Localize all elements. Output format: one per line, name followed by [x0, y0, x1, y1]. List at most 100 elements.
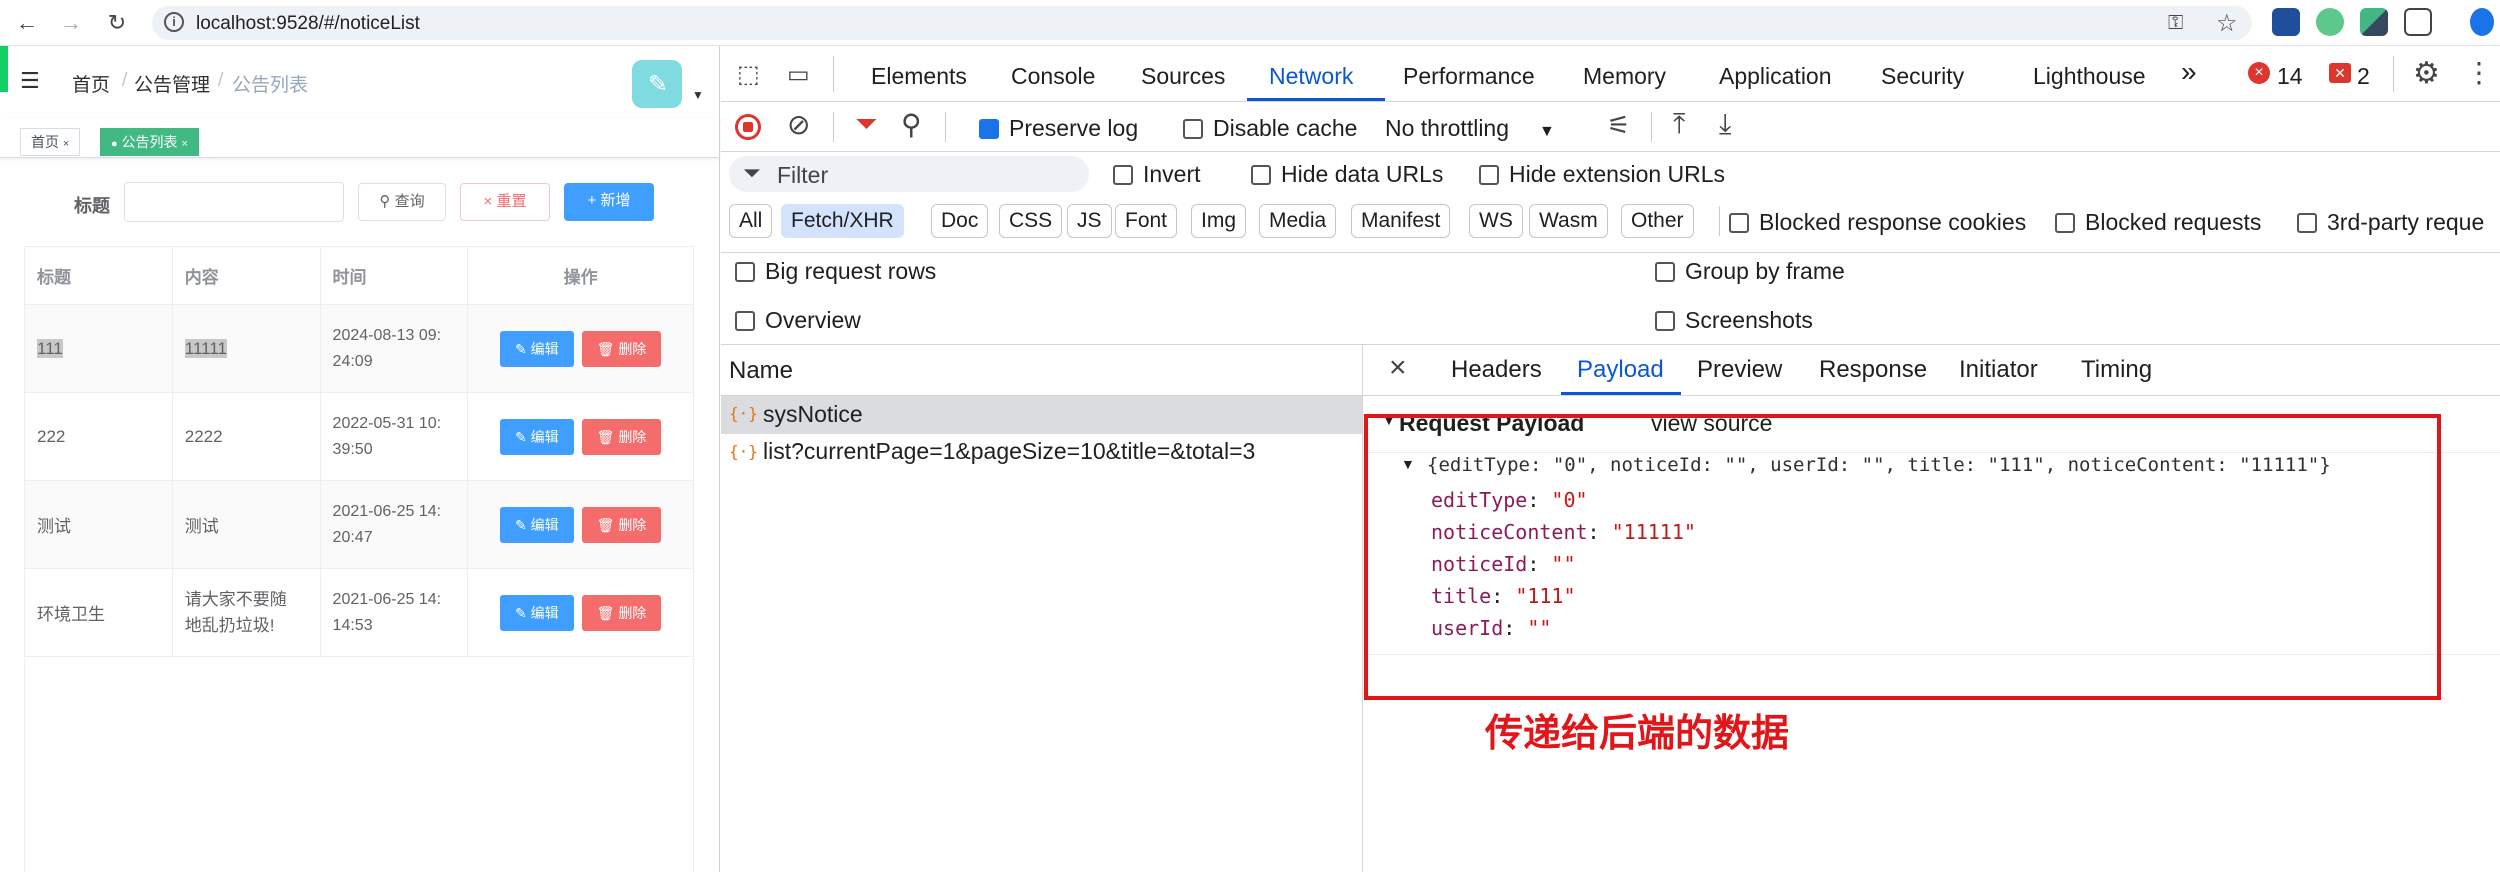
import-har-icon[interactable]: ⤒ — [1673, 108, 1685, 141]
profile-avatar-icon[interactable] — [2470, 8, 2494, 36]
tab-timing[interactable]: Timing — [2081, 356, 2152, 384]
filter-funnel-icon[interactable]: ⏷ — [855, 108, 877, 141]
add-button[interactable]: + 新增 — [564, 183, 654, 221]
edit-button[interactable]: ✎ 编辑 — [500, 330, 574, 367]
type-filter-wasm[interactable]: Wasm — [1529, 204, 1608, 238]
tab-lighthouse[interactable]: Lighthouse — [2033, 63, 2146, 90]
clear-icon[interactable]: ⊘ — [787, 108, 810, 141]
checkbox[interactable] — [1729, 213, 1749, 233]
vue-devtools-icon[interactable] — [2360, 8, 2388, 36]
overview-checkbox[interactable]: Overview — [735, 307, 861, 334]
screenshots-checkbox[interactable]: Screenshots — [1655, 307, 1813, 334]
preserve-log-checkbox[interactable]: Preserve log — [979, 115, 1138, 142]
breadcrumb-notice-manage[interactable]: 公告管理 — [134, 70, 210, 97]
group-by-frame-checkbox[interactable]: Group by frame — [1655, 258, 1845, 285]
tab-console[interactable]: Console — [1011, 63, 1095, 90]
search-title-input[interactable] — [124, 182, 344, 222]
edit-button[interactable]: ✎ 编辑 — [500, 418, 574, 455]
tab-payload[interactable]: Payload — [1577, 356, 1664, 384]
forward-icon[interactable]: → — [56, 8, 86, 38]
tag-home[interactable]: 首页 × — [20, 128, 81, 156]
checkbox[interactable] — [1655, 311, 1675, 331]
third-party-checkbox[interactable]: 3rd-party reque — [2297, 209, 2484, 236]
record-stop-icon[interactable] — [735, 114, 761, 140]
hamburger-icon[interactable]: ☰ — [20, 68, 40, 94]
device-toolbar-icon[interactable]: ▭ — [787, 60, 810, 89]
caret-down-icon[interactable]: ▼ — [692, 88, 704, 102]
filter-input[interactable]: ⏷ Filter — [729, 156, 1089, 192]
checkbox[interactable] — [1251, 165, 1271, 185]
checkbox[interactable] — [2055, 213, 2075, 233]
type-filter-ws[interactable]: WS — [1469, 204, 1523, 238]
settings-gear-icon[interactable]: ⚙ — [2413, 56, 2440, 91]
delete-button[interactable]: 🗑 删除 — [581, 506, 662, 543]
export-har-icon[interactable]: ⤓ — [1719, 108, 1731, 141]
network-conditions-icon[interactable]: ⚟ — [1607, 110, 1630, 141]
throttling-select[interactable]: No throttling ▼ — [1385, 115, 1555, 142]
extensions-puzzle-icon[interactable] — [2404, 8, 2432, 36]
delete-button[interactable]: 🗑 删除 — [581, 330, 662, 367]
invert-checkbox[interactable]: Invert — [1113, 161, 1201, 188]
tag-notice-list[interactable]: ● 公告列表 × — [100, 128, 199, 156]
checkbox[interactable] — [1183, 119, 1203, 139]
request-row[interactable]: {·} list?currentPage=1&pageSize=10&title… — [721, 434, 1362, 472]
inspect-element-icon[interactable]: ⬚ — [737, 60, 760, 89]
type-filter-media[interactable]: Media — [1259, 204, 1337, 238]
tab-application[interactable]: Application — [1719, 63, 1832, 90]
search-icon[interactable]: ⚲ — [901, 108, 922, 141]
checkbox[interactable] — [735, 262, 755, 282]
address-bar[interactable]: i localhost:9528/#/noticeList ⚿ ☆ — [152, 6, 2252, 40]
site-info-icon[interactable]: i — [164, 12, 184, 32]
password-key-icon[interactable]: ⚿ — [2168, 12, 2183, 35]
more-tabs-icon[interactable]: » — [2181, 56, 2197, 88]
checkbox[interactable] — [2297, 213, 2317, 233]
tab-performance[interactable]: Performance — [1403, 63, 1535, 90]
extension-green-icon[interactable] — [2316, 8, 2344, 36]
name-column-header[interactable]: Name — [729, 357, 793, 385]
tab-response[interactable]: Response — [1819, 356, 1927, 384]
back-icon[interactable]: ← — [12, 8, 42, 38]
tab-elements[interactable]: Elements — [871, 63, 967, 90]
query-button[interactable]: ⚲ 查询 — [358, 183, 446, 221]
checkbox-checked[interactable] — [979, 119, 999, 139]
tab-initiator[interactable]: Initiator — [1959, 356, 2038, 384]
reset-button[interactable]: × 重置 — [460, 183, 550, 221]
issue-count[interactable]: 2 — [2357, 63, 2370, 90]
type-filter-font[interactable]: Font — [1115, 204, 1178, 238]
type-filter-img[interactable]: Img — [1191, 204, 1247, 238]
tab-network[interactable]: Network — [1269, 63, 1353, 90]
hide-extension-urls-checkbox[interactable]: Hide extension URLs — [1479, 161, 1725, 188]
tab-sources[interactable]: Sources — [1141, 63, 1225, 90]
tab-preview[interactable]: Preview — [1697, 356, 1782, 384]
type-filter-css[interactable]: CSS — [999, 204, 1063, 238]
tab-security[interactable]: Security — [1881, 63, 1964, 90]
type-filter-other[interactable]: Other — [1621, 204, 1694, 238]
edit-button[interactable]: ✎ 编辑 — [500, 506, 574, 543]
type-filter-all[interactable]: All — [729, 204, 773, 238]
checkbox[interactable] — [1113, 165, 1133, 185]
close-icon[interactable]: × — [1389, 351, 1407, 385]
close-icon[interactable]: × — [63, 138, 69, 150]
avatar[interactable]: ✎ — [632, 60, 682, 108]
more-options-icon[interactable]: ⋮ — [2465, 56, 2493, 89]
blocked-cookies-checkbox[interactable]: Blocked response cookies — [1729, 209, 2026, 236]
big-rows-checkbox[interactable]: Big request rows — [735, 258, 936, 285]
checkbox[interactable] — [1655, 262, 1675, 282]
hide-data-urls-checkbox[interactable]: Hide data URLs — [1251, 161, 1443, 188]
type-filter-manifest[interactable]: Manifest — [1351, 204, 1451, 238]
type-filter-doc[interactable]: Doc — [931, 204, 989, 238]
reload-icon[interactable]: ↻ — [102, 8, 132, 38]
type-filter-js[interactable]: JS — [1067, 204, 1112, 238]
type-filter-fetch-xhr[interactable]: Fetch/XHR — [781, 204, 904, 238]
close-icon[interactable]: × — [181, 138, 187, 150]
tab-memory[interactable]: Memory — [1583, 63, 1666, 90]
blocked-requests-checkbox[interactable]: Blocked requests — [2055, 209, 2261, 236]
checkbox[interactable] — [1479, 165, 1499, 185]
delete-button[interactable]: 🗑 删除 — [581, 418, 662, 455]
breadcrumb-home[interactable]: 首页 — [72, 70, 110, 97]
request-row-selected[interactable]: {·} sysNotice — [721, 396, 1362, 434]
checkbox[interactable] — [735, 311, 755, 331]
delete-button[interactable]: 🗑 删除 — [581, 594, 662, 631]
download-extension-icon[interactable] — [2272, 8, 2300, 36]
disable-cache-checkbox[interactable]: Disable cache — [1183, 115, 1357, 142]
